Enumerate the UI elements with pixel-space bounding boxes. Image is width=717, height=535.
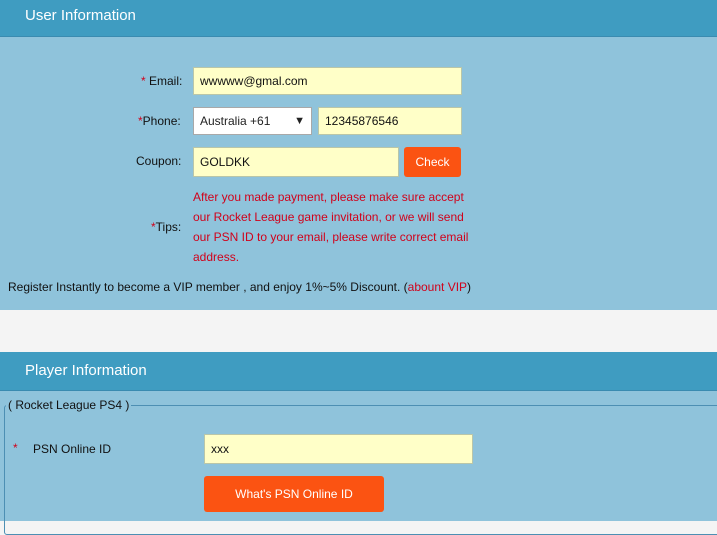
vip-note: Register Instantly to become a VIP membe… [8, 280, 471, 294]
tips-line: address. [193, 250, 240, 264]
vip-note-close: ) [467, 280, 472, 294]
whats-psn-id-button[interactable]: What's PSN Online ID [204, 476, 384, 512]
phone-label: *Phone: [138, 114, 181, 128]
check-coupon-label: Check [415, 155, 450, 169]
player-information-header: Player Information [0, 352, 717, 390]
email-field[interactable] [193, 67, 462, 95]
tips-label: *Tips: [151, 220, 181, 234]
psn-required-mark: * [13, 441, 18, 455]
check-coupon-button[interactable]: Check [404, 147, 461, 177]
email-label: * Email: [141, 74, 182, 88]
email-label-text: Email: [145, 74, 183, 88]
whats-psn-id-label: What's PSN Online ID [235, 487, 353, 501]
player-information-title: Player Information [25, 362, 147, 379]
about-vip-link[interactable]: abount VIP [408, 280, 467, 294]
psn-label: PSN Online ID [33, 442, 112, 456]
tips-label-text: Tips: [155, 220, 182, 234]
country-code-value: Australia +61 [200, 114, 271, 128]
chevron-down-icon: ▼ [294, 115, 305, 127]
coupon-field[interactable] [193, 147, 399, 177]
game-group-label: ( Rocket League PS4 ) [6, 398, 132, 412]
phone-label-text: Phone: [142, 114, 181, 128]
tips-line: After you made payment, please make sure… [193, 190, 464, 204]
tips-line: our PSN ID to your email, please write c… [193, 230, 469, 244]
tips-line: our Rocket League game invitation, or we… [193, 210, 464, 224]
coupon-label: Coupon: [136, 154, 181, 168]
psn-online-id-field[interactable] [204, 434, 473, 464]
coupon-label-text: Coupon: [136, 154, 182, 168]
tips-text: After you made payment, please make sure… [193, 187, 493, 267]
user-information-header: User Information [0, 0, 717, 36]
country-code-select[interactable]: Australia +61 ▼ [193, 107, 312, 135]
user-information-title: User Information [25, 7, 136, 24]
vip-note-text: Register Instantly to become a VIP membe… [8, 280, 408, 294]
game-group-box [4, 405, 717, 535]
phone-field[interactable] [318, 107, 462, 135]
